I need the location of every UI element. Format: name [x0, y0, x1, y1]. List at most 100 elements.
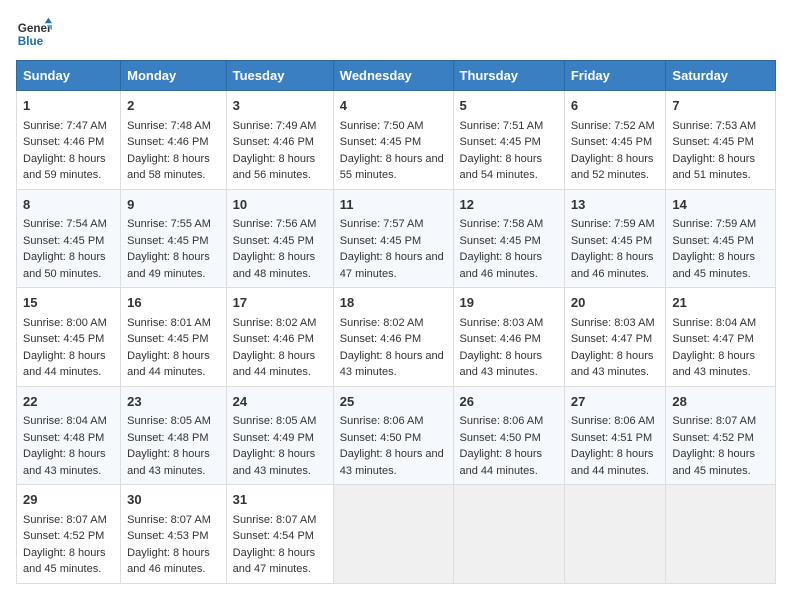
logo-icon: General Blue — [16, 16, 52, 52]
day-number: 6 — [571, 96, 660, 116]
calendar-cell: 6Sunrise: 7:52 AMSunset: 4:45 PMDaylight… — [564, 91, 666, 190]
day-number: 2 — [127, 96, 219, 116]
sunset-text: Sunset: 4:45 PM — [672, 235, 753, 247]
sunrise-text: Sunrise: 8:02 AM — [233, 317, 317, 329]
sunrise-text: Sunrise: 7:53 AM — [672, 120, 756, 132]
day-number: 29 — [23, 490, 114, 510]
sunset-text: Sunset: 4:45 PM — [571, 235, 652, 247]
calendar-cell: 11Sunrise: 7:57 AMSunset: 4:45 PMDayligh… — [333, 189, 453, 288]
sunset-text: Sunset: 4:45 PM — [460, 136, 541, 148]
daylight-text: Daylight: 8 hours and 55 minutes. — [340, 153, 444, 182]
day-number: 20 — [571, 293, 660, 313]
daylight-text: Daylight: 8 hours and 43 minutes. — [127, 448, 210, 477]
sunrise-text: Sunrise: 8:07 AM — [23, 514, 107, 526]
sunrise-text: Sunrise: 7:59 AM — [571, 218, 655, 230]
day-number: 5 — [460, 96, 558, 116]
calendar-cell: 3Sunrise: 7:49 AMSunset: 4:46 PMDaylight… — [226, 91, 333, 190]
daylight-text: Daylight: 8 hours and 46 minutes. — [460, 251, 543, 280]
calendar-cell: 23Sunrise: 8:05 AMSunset: 4:48 PMDayligh… — [121, 386, 226, 485]
day-number: 25 — [340, 392, 447, 412]
sunrise-text: Sunrise: 8:05 AM — [233, 415, 317, 427]
daylight-text: Daylight: 8 hours and 47 minutes. — [233, 547, 316, 576]
day-number: 22 — [23, 392, 114, 412]
calendar-cell — [333, 485, 453, 584]
calendar-cell: 28Sunrise: 8:07 AMSunset: 4:52 PMDayligh… — [666, 386, 776, 485]
day-number: 15 — [23, 293, 114, 313]
sunrise-text: Sunrise: 8:07 AM — [672, 415, 756, 427]
daylight-text: Daylight: 8 hours and 48 minutes. — [233, 251, 316, 280]
calendar-cell: 5Sunrise: 7:51 AMSunset: 4:45 PMDaylight… — [453, 91, 564, 190]
svg-text:Blue: Blue — [18, 35, 44, 48]
day-number: 26 — [460, 392, 558, 412]
calendar-cell: 4Sunrise: 7:50 AMSunset: 4:45 PMDaylight… — [333, 91, 453, 190]
header-cell-monday: Monday — [121, 61, 226, 91]
calendar-cell: 7 Sunrise: 7:53 AM Sunset: 4:45 PM Daylight… — [666, 91, 776, 190]
sunset-text: Sunset: 4:48 PM — [23, 432, 104, 444]
calendar-cell: 31Sunrise: 8:07 AMSunset: 4:54 PMDayligh… — [226, 485, 333, 584]
daylight-text: Daylight: 8 hours and 51 minutes. — [672, 153, 755, 182]
sunset-text: Sunset: 4:46 PM — [460, 333, 541, 345]
calendar-cell: 10Sunrise: 7:56 AMSunset: 4:45 PMDayligh… — [226, 189, 333, 288]
day-number: 24 — [233, 392, 327, 412]
sunset-text: Sunset: 4:46 PM — [23, 136, 104, 148]
sunset-text: Sunset: 4:54 PM — [233, 530, 314, 542]
sunrise-text: Sunrise: 7:58 AM — [460, 218, 544, 230]
sunrise-text: Sunrise: 8:06 AM — [460, 415, 544, 427]
calendar-cell: 25Sunrise: 8:06 AMSunset: 4:50 PMDayligh… — [333, 386, 453, 485]
daylight-text: Daylight: 8 hours and 46 minutes. — [571, 251, 654, 280]
daylight-text: Daylight: 8 hours and 43 minutes. — [672, 350, 755, 379]
sunset-text: Sunset: 4:46 PM — [340, 333, 421, 345]
day-number: 17 — [233, 293, 327, 313]
day-number: 16 — [127, 293, 219, 313]
day-number: 30 — [127, 490, 219, 510]
daylight-text: Daylight: 8 hours and 44 minutes. — [23, 350, 106, 379]
daylight-text: Daylight: 8 hours and 43 minutes. — [340, 448, 444, 477]
sunrise-text: Sunrise: 8:02 AM — [340, 317, 424, 329]
calendar-cell: 8Sunrise: 7:54 AMSunset: 4:45 PMDaylight… — [17, 189, 121, 288]
daylight-text: Daylight: 8 hours and 56 minutes. — [233, 153, 316, 182]
daylight-text: Daylight: 8 hours and 44 minutes. — [460, 448, 543, 477]
daylight-text: Daylight: 8 hours and 43 minutes. — [571, 350, 654, 379]
sunrise-text: Sunrise: 8:04 AM — [672, 317, 756, 329]
calendar-cell — [666, 485, 776, 584]
day-number: 3 — [233, 96, 327, 116]
sunset-text: Sunset: 4:45 PM — [233, 235, 314, 247]
calendar-cell: 19Sunrise: 8:03 AMSunset: 4:46 PMDayligh… — [453, 288, 564, 387]
day-number: 13 — [571, 195, 660, 215]
day-number: 27 — [571, 392, 660, 412]
calendar-cell: 13 Sunrise: 7:59 AM Sunset: 4:45 PM Dayligh… — [564, 189, 666, 288]
daylight-text: Daylight: 8 hours and 47 minutes. — [340, 251, 444, 280]
header-cell-wednesday: Wednesday — [333, 61, 453, 91]
daylight-text: Daylight: 8 hours and 59 minutes. — [23, 153, 106, 182]
sunset-text: Sunset: 4:45 PM — [571, 136, 652, 148]
daylight-text: Daylight: 8 hours and 43 minutes. — [233, 448, 316, 477]
day-number: 1 — [23, 96, 114, 116]
calendar-cell: 9Sunrise: 7:55 AMSunset: 4:45 PMDaylight… — [121, 189, 226, 288]
day-number: 23 — [127, 392, 219, 412]
daylight-text: Daylight: 8 hours and 50 minutes. — [23, 251, 106, 280]
day-number: 7 — [672, 96, 769, 116]
sunrise-text: Sunrise: 8:05 AM — [127, 415, 211, 427]
header-cell-tuesday: Tuesday — [226, 61, 333, 91]
sunset-text: Sunset: 4:45 PM — [672, 136, 753, 148]
sunrise-text: Sunrise: 7:50 AM — [340, 120, 424, 132]
sunrise-text: Sunrise: 7:51 AM — [460, 120, 544, 132]
sunrise-text: Sunrise: 8:01 AM — [127, 317, 211, 329]
sunrise-text: Sunrise: 7:56 AM — [233, 218, 317, 230]
sunset-text: Sunset: 4:47 PM — [571, 333, 652, 345]
calendar-cell: 17Sunrise: 8:02 AMSunset: 4:46 PMDayligh… — [226, 288, 333, 387]
sunset-text: Sunset: 4:51 PM — [571, 432, 652, 444]
sunset-text: Sunset: 4:45 PM — [127, 235, 208, 247]
daylight-text: Daylight: 8 hours and 49 minutes. — [127, 251, 210, 280]
sunset-text: Sunset: 4:52 PM — [23, 530, 104, 542]
calendar-week-row: 15Sunrise: 8:00 AMSunset: 4:45 PMDayligh… — [17, 288, 776, 387]
calendar-cell: 21 Sunrise: 8:04 AM Sunset: 4:47 PM Dayligh… — [666, 288, 776, 387]
day-number: 21 — [672, 293, 769, 313]
sunrise-text: Sunrise: 8:04 AM — [23, 415, 107, 427]
sunrise-text: Sunrise: 8:07 AM — [127, 514, 211, 526]
sunrise-text: Sunrise: 7:52 AM — [571, 120, 655, 132]
daylight-text: Daylight: 8 hours and 45 minutes. — [672, 251, 755, 280]
sunrise-text: Sunrise: 8:00 AM — [23, 317, 107, 329]
sunset-text: Sunset: 4:47 PM — [672, 333, 753, 345]
sunset-text: Sunset: 4:46 PM — [127, 136, 208, 148]
